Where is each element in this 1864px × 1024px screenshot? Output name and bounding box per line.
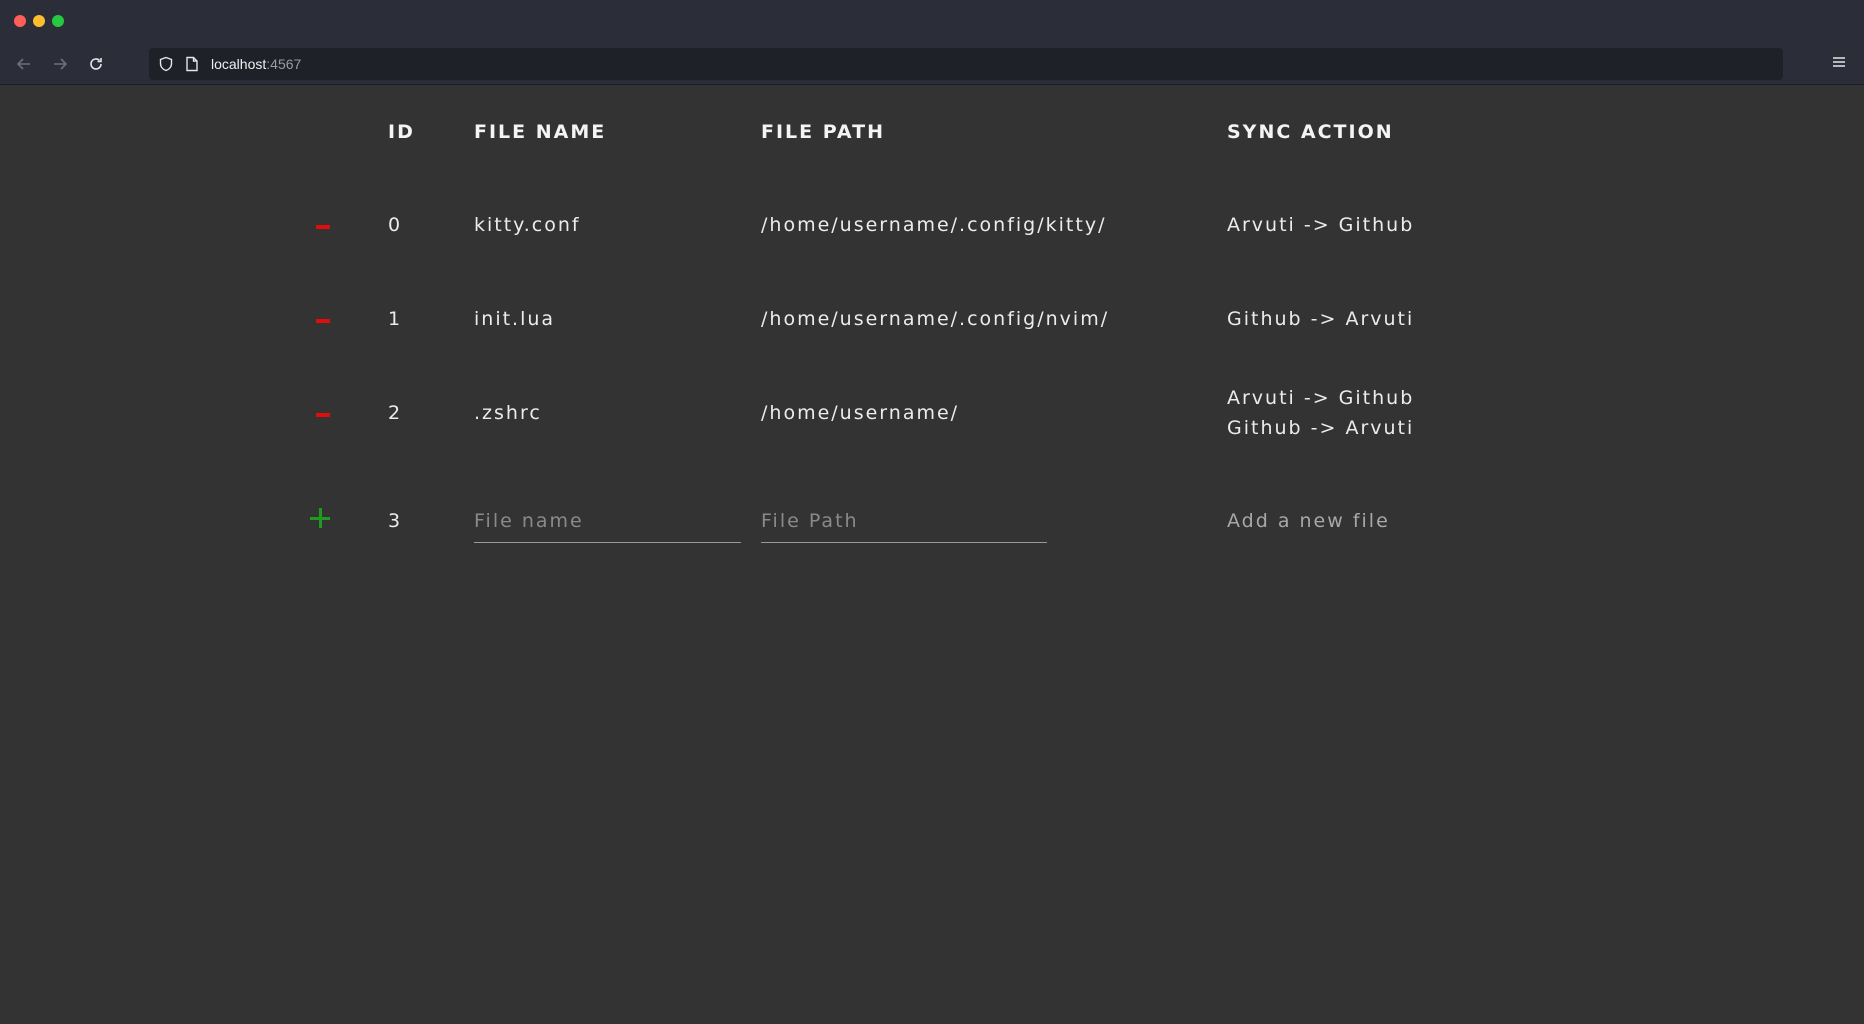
back-button[interactable] <box>12 52 36 76</box>
arrow-right-icon <box>52 56 68 72</box>
forward-button[interactable] <box>48 52 72 76</box>
sync-action-line: Github -> Arvuti <box>1227 417 1415 439</box>
minimize-window-button[interactable] <box>33 15 45 27</box>
row-file-name: .zshrc <box>474 402 542 424</box>
sync-action-line: Github -> Arvuti <box>1227 308 1415 330</box>
hamburger-menu-icon[interactable] <box>1831 54 1847 73</box>
sync-action-line: Arvuti -> Github <box>1227 214 1415 236</box>
row-file-name: init.lua <box>474 308 556 330</box>
browser-chrome: localhost:4567 <box>0 0 1864 85</box>
url-host: localhost <box>211 56 267 72</box>
close-window-button[interactable] <box>14 15 26 27</box>
page-content: ID FILE NAME FILE PATH SYNC ACTION 0 kit… <box>0 85 1864 1024</box>
row-id: 0 <box>388 214 403 236</box>
reload-icon <box>88 56 104 72</box>
new-row-id: 3 <box>388 510 403 532</box>
header-id: ID <box>388 121 415 143</box>
row-file-name: kitty.conf <box>474 214 581 236</box>
url-text: localhost:4567 <box>211 55 301 73</box>
header-file-name: FILE NAME <box>474 121 607 143</box>
row-file-path: /home/username/.config/kitty/ <box>761 214 1107 236</box>
row-sync-action: Arvuti -> Github <box>1227 210 1414 240</box>
file-name-input[interactable] <box>474 500 741 543</box>
sync-action-line: Arvuti -> Github <box>1227 387 1415 409</box>
row-sync-action: Arvuti -> Github Github -> Arvuti <box>1227 383 1414 443</box>
header-file-path: FILE PATH <box>761 121 886 143</box>
reload-button[interactable] <box>84 52 108 76</box>
row-file-path: /home/username/.config/nvim/ <box>761 308 1110 330</box>
delete-row-button[interactable] <box>316 413 330 417</box>
address-bar[interactable]: localhost:4567 <box>149 48 1783 80</box>
add-new-file-link[interactable]: Add a new file <box>1227 506 1390 536</box>
delete-row-button[interactable] <box>316 225 330 229</box>
row-id: 1 <box>388 308 403 330</box>
page-icon <box>185 56 199 76</box>
add-row-button[interactable] <box>310 508 332 530</box>
maximize-window-button[interactable] <box>52 15 64 27</box>
shield-icon[interactable] <box>158 56 174 76</box>
header-sync-action: SYNC ACTION <box>1227 121 1394 143</box>
row-sync-action: Github -> Arvuti <box>1227 304 1414 334</box>
row-id: 2 <box>388 402 403 424</box>
delete-row-button[interactable] <box>316 319 330 323</box>
file-path-input[interactable] <box>761 500 1047 543</box>
row-file-path: /home/username/ <box>761 402 960 424</box>
arrow-left-icon <box>16 56 32 72</box>
url-port: :4567 <box>266 56 302 72</box>
